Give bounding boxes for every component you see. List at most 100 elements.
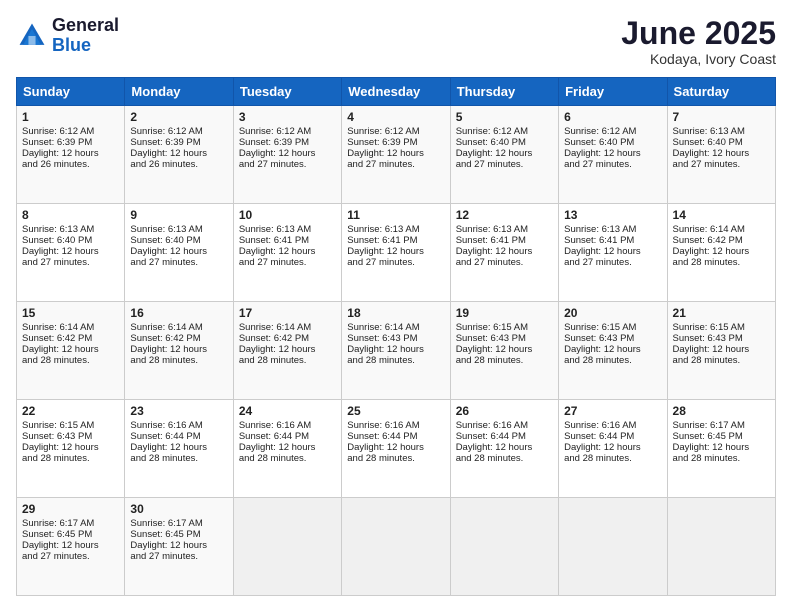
day-info-line: and 27 minutes. <box>564 257 661 268</box>
day-info-line: Sunrise: 6:15 AM <box>564 322 661 333</box>
day-header-wednesday: Wednesday <box>342 78 450 106</box>
calendar-cell: 30Sunrise: 6:17 AMSunset: 6:45 PMDayligh… <box>125 498 233 596</box>
calendar-cell: 4Sunrise: 6:12 AMSunset: 6:39 PMDaylight… <box>342 106 450 204</box>
day-info-line: Daylight: 12 hours <box>239 442 336 453</box>
day-number: 19 <box>456 306 553 320</box>
day-info-line: and 27 minutes. <box>564 159 661 170</box>
day-info-line: and 27 minutes. <box>673 159 770 170</box>
day-number: 12 <box>456 208 553 222</box>
day-number: 28 <box>673 404 770 418</box>
day-info-line: Sunset: 6:40 PM <box>673 137 770 148</box>
day-info-line: Sunset: 6:43 PM <box>564 333 661 344</box>
day-info-line: Daylight: 12 hours <box>564 442 661 453</box>
day-info-line: and 27 minutes. <box>239 257 336 268</box>
day-info-line: Sunrise: 6:14 AM <box>347 322 444 333</box>
day-info-line: Daylight: 12 hours <box>130 344 227 355</box>
calendar-cell <box>342 498 450 596</box>
calendar-cell: 5Sunrise: 6:12 AMSunset: 6:40 PMDaylight… <box>450 106 558 204</box>
day-number: 8 <box>22 208 119 222</box>
day-info-line: Sunrise: 6:16 AM <box>456 420 553 431</box>
day-info-line: Daylight: 12 hours <box>130 246 227 257</box>
day-info-line: and 28 minutes. <box>347 453 444 464</box>
day-info-line: and 28 minutes. <box>456 453 553 464</box>
day-info-line: Sunrise: 6:12 AM <box>456 126 553 137</box>
day-info-line: Sunset: 6:41 PM <box>564 235 661 246</box>
day-info-line: Sunrise: 6:17 AM <box>130 518 227 529</box>
day-number: 14 <box>673 208 770 222</box>
title-block: June 2025 Kodaya, Ivory Coast <box>621 16 776 67</box>
day-info-line: Daylight: 12 hours <box>22 344 119 355</box>
calendar-cell: 1Sunrise: 6:12 AMSunset: 6:39 PMDaylight… <box>17 106 125 204</box>
day-number: 5 <box>456 110 553 124</box>
calendar-table: SundayMondayTuesdayWednesdayThursdayFrid… <box>16 77 776 596</box>
day-info-line: Daylight: 12 hours <box>456 148 553 159</box>
calendar-week-1: 1Sunrise: 6:12 AMSunset: 6:39 PMDaylight… <box>17 106 776 204</box>
day-number: 2 <box>130 110 227 124</box>
day-info-line: Daylight: 12 hours <box>239 148 336 159</box>
day-info-line: and 28 minutes. <box>239 453 336 464</box>
day-info-line: Sunrise: 6:13 AM <box>22 224 119 235</box>
logo-line1: General <box>52 16 119 36</box>
day-info-line: Sunset: 6:42 PM <box>673 235 770 246</box>
day-info-line: Sunrise: 6:16 AM <box>564 420 661 431</box>
day-number: 6 <box>564 110 661 124</box>
calendar-cell: 13Sunrise: 6:13 AMSunset: 6:41 PMDayligh… <box>559 204 667 302</box>
day-info-line: and 27 minutes. <box>130 551 227 562</box>
day-info-line: Sunrise: 6:13 AM <box>347 224 444 235</box>
day-info-line: and 27 minutes. <box>22 551 119 562</box>
day-info-line: and 27 minutes. <box>239 159 336 170</box>
day-info-line: Daylight: 12 hours <box>239 344 336 355</box>
day-info-line: Daylight: 12 hours <box>564 148 661 159</box>
calendar-week-2: 8 Sunrise: 6:13 AM Sunset: 6:40 PMDaylight… <box>17 204 776 302</box>
calendar-cell: 28Sunrise: 6:17 AMSunset: 6:45 PMDayligh… <box>667 400 775 498</box>
calendar-cell <box>233 498 341 596</box>
calendar-header-row: SundayMondayTuesdayWednesdayThursdayFrid… <box>17 78 776 106</box>
day-info-line: Daylight: 12 hours <box>347 442 444 453</box>
day-info-line: Sunset: 6:40 PM <box>130 235 227 246</box>
day-info-line: Sunset: 6:42 PM <box>22 333 119 344</box>
day-info-line: Sunrise: 6:15 AM <box>22 420 119 431</box>
calendar-cell: 7Sunrise: 6:13 AMSunset: 6:40 PMDaylight… <box>667 106 775 204</box>
day-info-line: Sunrise: 6:12 AM <box>239 126 336 137</box>
day-info-line: Daylight: 12 hours <box>130 148 227 159</box>
calendar-cell: 24Sunrise: 6:16 AMSunset: 6:44 PMDayligh… <box>233 400 341 498</box>
day-info-line: Daylight: 12 hours <box>347 344 444 355</box>
day-info-line: Sunrise: 6:16 AM <box>130 420 227 431</box>
day-info-line: Daylight: 12 hours <box>22 442 119 453</box>
day-info-line: and 26 minutes. <box>22 159 119 170</box>
day-info-line: and 27 minutes. <box>22 257 119 268</box>
day-info-line: Sunrise: 6:13 AM <box>456 224 553 235</box>
month-year: June 2025 <box>621 16 776 51</box>
day-info-line: Sunset: 6:42 PM <box>239 333 336 344</box>
day-number: 1 <box>22 110 119 124</box>
calendar-cell: 25Sunrise: 6:16 AMSunset: 6:44 PMDayligh… <box>342 400 450 498</box>
day-info-line: Sunset: 6:43 PM <box>347 333 444 344</box>
page: General Blue June 2025 Kodaya, Ivory Coa… <box>0 0 792 612</box>
day-number: 11 <box>347 208 444 222</box>
day-info-line: Sunrise: 6:14 AM <box>22 322 119 333</box>
day-info-line: Sunset: 6:45 PM <box>22 529 119 540</box>
day-info-line: Sunset: 6:42 PM <box>130 333 227 344</box>
calendar-cell: 11Sunrise: 6:13 AMSunset: 6:41 PMDayligh… <box>342 204 450 302</box>
calendar-cell <box>667 498 775 596</box>
calendar-cell: 22Sunrise: 6:15 AMSunset: 6:43 PMDayligh… <box>17 400 125 498</box>
day-number: 29 <box>22 502 119 516</box>
day-info-line: Daylight: 12 hours <box>130 540 227 551</box>
day-info-line: Sunrise: 6:14 AM <box>130 322 227 333</box>
day-info-line: Sunrise: 6:12 AM <box>130 126 227 137</box>
day-number: 17 <box>239 306 336 320</box>
day-info-line: Sunrise: 6:17 AM <box>22 518 119 529</box>
day-info-line: Daylight: 12 hours <box>130 442 227 453</box>
calendar-week-5: 29Sunrise: 6:17 AMSunset: 6:45 PMDayligh… <box>17 498 776 596</box>
day-info-line: Sunset: 6:43 PM <box>456 333 553 344</box>
day-info-line: Sunrise: 6:14 AM <box>239 322 336 333</box>
day-number: 20 <box>564 306 661 320</box>
day-number: 10 <box>239 208 336 222</box>
day-info-line: Sunset: 6:40 PM <box>564 137 661 148</box>
calendar-week-4: 22Sunrise: 6:15 AMSunset: 6:43 PMDayligh… <box>17 400 776 498</box>
day-number: 13 <box>564 208 661 222</box>
day-info-line: Sunset: 6:39 PM <box>130 137 227 148</box>
day-info-line: and 28 minutes. <box>456 355 553 366</box>
day-info-line: Sunset: 6:44 PM <box>130 431 227 442</box>
day-number: 15 <box>22 306 119 320</box>
